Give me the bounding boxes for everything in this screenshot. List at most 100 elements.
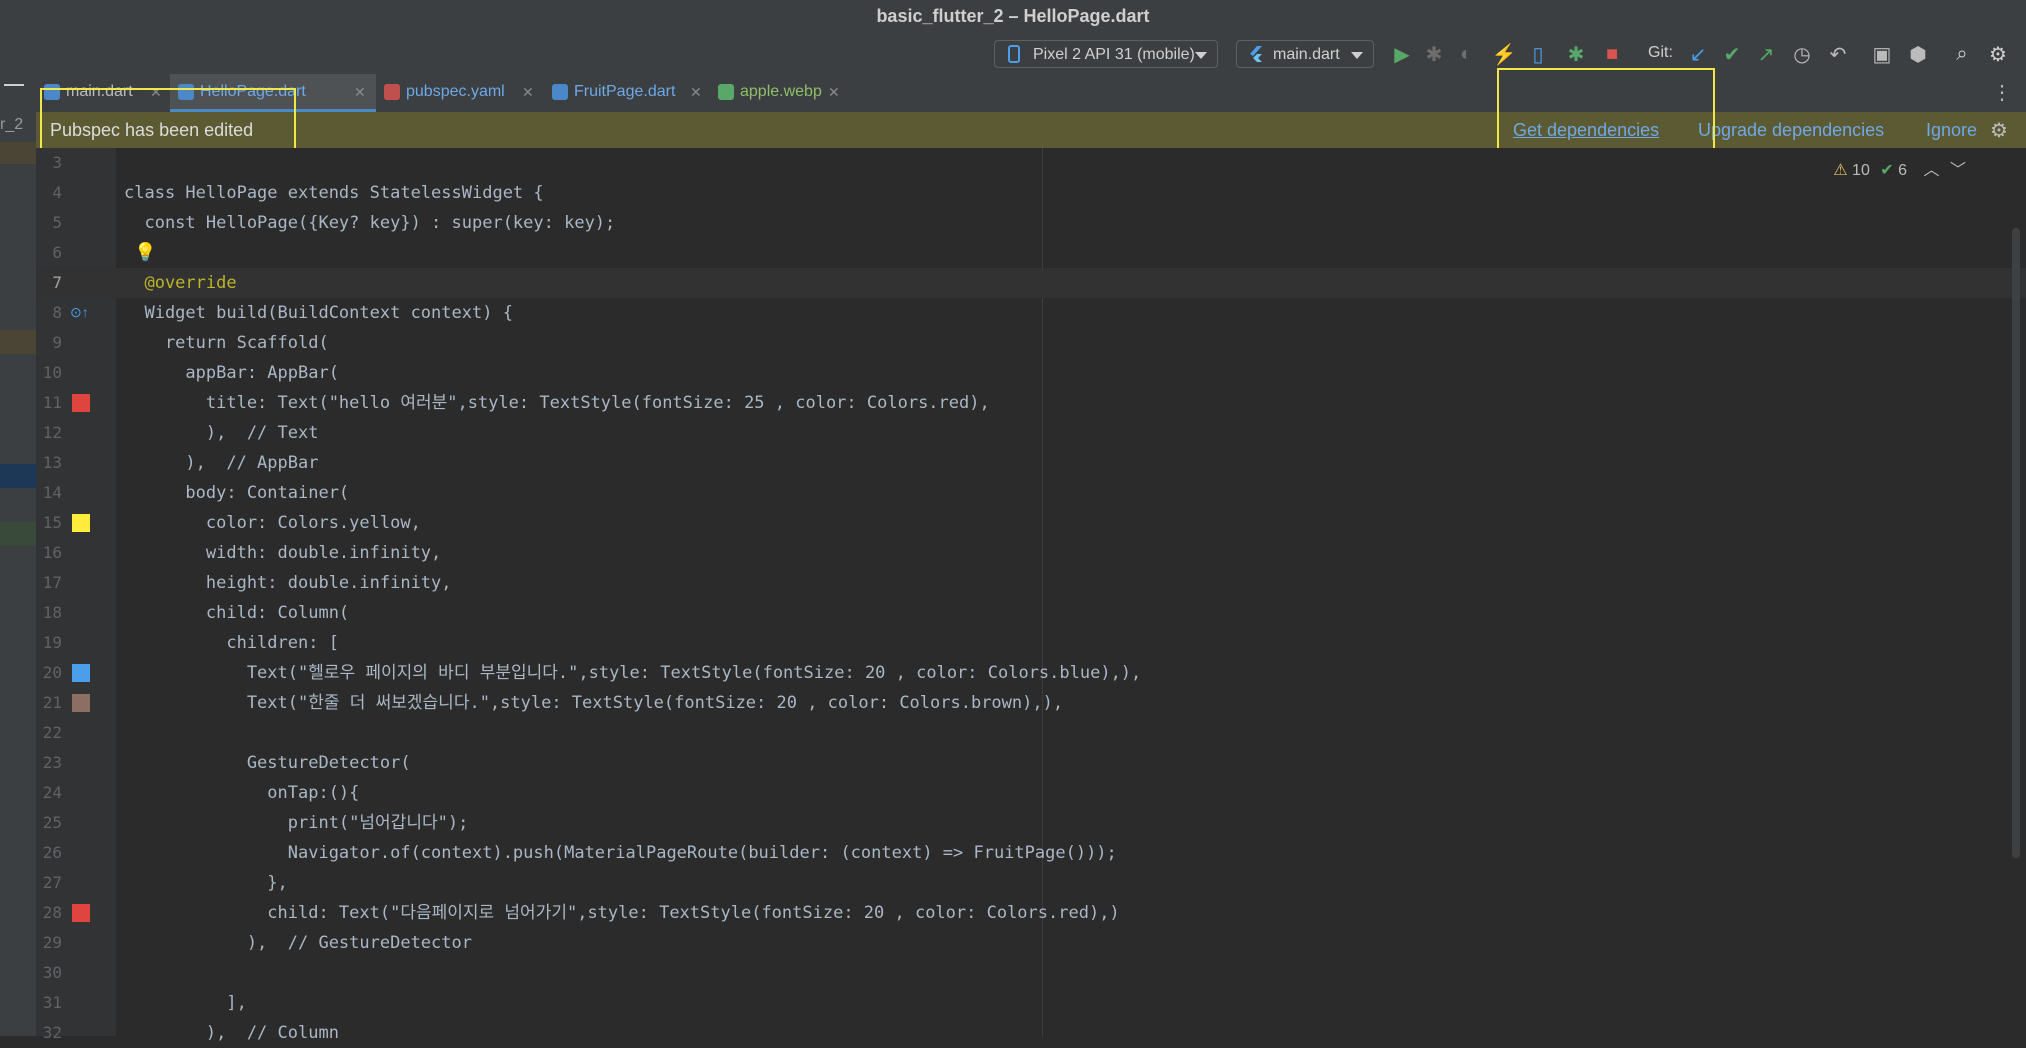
line-number: 30 — [42, 963, 62, 982]
close-icon[interactable]: ✕ — [828, 74, 840, 110]
editor-tabs: main.dart ✕ HelloPage.dart ✕ pubspec.yam… — [36, 74, 2026, 113]
image-file-icon — [718, 84, 734, 100]
line-number: 28 — [42, 903, 62, 922]
color-swatch-red[interactable] — [72, 904, 90, 922]
code-text: print("넘어갑니다"); — [124, 813, 469, 833]
code-text: @override — [124, 273, 237, 293]
code-line: 13 ), // AppBar — [36, 448, 2026, 478]
project-highlight — [0, 330, 36, 354]
git-label: Git: — [1648, 44, 1673, 61]
code-line: 27 }, — [36, 868, 2026, 898]
line-number: 21 — [42, 693, 62, 712]
line-number: 29 — [42, 933, 62, 952]
git-update-icon[interactable]: ↙ — [1686, 42, 1710, 66]
code-line: 15 color: Colors.yellow, — [36, 508, 2026, 538]
code-text: child: Text("다음페이지로 넘어가기",style: TextSty… — [124, 903, 1120, 923]
tab-pubspec-yaml[interactable]: pubspec.yaml ✕ — [376, 74, 544, 112]
code-line: 14 body: Container( — [36, 478, 2026, 508]
tab-fruitpage-dart[interactable]: FruitPage.dart ✕ — [544, 74, 710, 112]
code-line-current: 7 @override — [36, 268, 2026, 298]
chevron-down-icon — [1195, 52, 1207, 59]
color-swatch-brown[interactable] — [72, 694, 90, 712]
git-commit-icon[interactable]: ✔ — [1720, 42, 1744, 66]
sdk-manager-icon[interactable]: ⬢ — [1906, 42, 1930, 66]
device-manager-icon[interactable]: ▣ — [1870, 42, 1894, 66]
device-selector[interactable]: Pixel 2 API 31 (mobile) — [994, 40, 1218, 68]
run-icon[interactable]: ▶ — [1390, 42, 1414, 66]
code-text: height: double.infinity, — [124, 573, 452, 593]
line-number: 19 — [42, 633, 62, 652]
code-line: 12 ), // Text — [36, 418, 2026, 448]
editor-scrollbar[interactable] — [2012, 228, 2020, 858]
stop-icon[interactable]: ■ — [1600, 42, 1624, 66]
code-text: ], — [124, 993, 247, 1013]
tab-label: apple.webp — [740, 83, 822, 100]
close-icon[interactable]: ✕ — [522, 74, 534, 110]
code-text: return Scaffold( — [124, 333, 329, 353]
code-line: 18 child: Column( — [36, 598, 2026, 628]
line-number: 22 — [42, 723, 62, 742]
code-line: 25 print("넘어갑니다"); — [36, 808, 2026, 838]
collapse-icon[interactable] — [4, 84, 24, 86]
line-number: 10 — [42, 363, 62, 382]
tab-label: FruitPage.dart — [574, 83, 676, 100]
code-text: appBar: AppBar( — [124, 363, 339, 383]
tab-apple-webp[interactable]: apple.webp ✕ — [710, 74, 850, 112]
git-push-icon[interactable]: ↗ — [1754, 42, 1778, 66]
project-label: r_2 — [0, 116, 24, 133]
history-icon[interactable]: ◷ — [1790, 42, 1814, 66]
pubspec-banner: Pubspec has been edited Get dependencies… — [36, 112, 2026, 148]
line-number: 5 — [52, 213, 62, 232]
line-number: 12 — [42, 423, 62, 442]
code-text: ), // AppBar — [124, 453, 319, 473]
line-number: 17 — [42, 573, 62, 592]
debug-icon[interactable]: ✱ — [1422, 42, 1446, 66]
line-number: 8 — [52, 303, 62, 322]
code-text: onTap:(){ — [124, 783, 360, 803]
color-swatch-blue[interactable] — [72, 664, 90, 682]
line-number: 4 — [52, 183, 62, 202]
ignore-link[interactable]: Ignore — [1926, 120, 1977, 141]
color-swatch-red[interactable] — [72, 394, 90, 412]
line-number: 16 — [42, 543, 62, 562]
code-line: 30 — [36, 958, 2026, 988]
line-number: 32 — [42, 1023, 62, 1042]
code-line: 4 class HelloPage extends StatelessWidget… — [36, 178, 2026, 208]
code-line: 6 💡 — [36, 238, 2026, 268]
hot-reload-icon[interactable]: ⚡ — [1492, 42, 1517, 66]
search-icon[interactable]: ⌕ — [1950, 42, 1974, 66]
gear-icon[interactable]: ⚙ — [1986, 42, 2010, 66]
code-line: 29 ), // GestureDetector — [36, 928, 2026, 958]
code-editor[interactable]: ⚠ 10 ✔ 6 ︿ ﹀ 3 4 class HelloPage extends … — [36, 148, 2026, 1043]
attach-debugger-icon[interactable]: ✱ — [1564, 42, 1588, 66]
main-toolbar: Pixel 2 API 31 (mobile) main.dart ▶ ✱ ◐ … — [0, 34, 2026, 74]
code-line: 28 child: Text("다음페이지로 넘어가기",style: Text… — [36, 898, 2026, 928]
hot-restart-icon[interactable]: ▯ — [1526, 42, 1550, 66]
line-number: 26 — [42, 843, 62, 862]
code-line: 19 children: [ — [36, 628, 2026, 658]
rollback-icon[interactable]: ↶ — [1826, 42, 1850, 66]
code-text: GestureDetector( — [124, 753, 411, 773]
code-text: children: [ — [124, 633, 339, 653]
upgrade-dependencies-link[interactable]: Upgrade dependencies — [1698, 120, 1884, 141]
color-swatch-yellow[interactable] — [72, 514, 90, 532]
lightbulb-icon[interactable]: 💡 — [134, 242, 156, 263]
close-icon[interactable]: ✕ — [690, 74, 702, 110]
code-text: class HelloPage extends StatelessWidget … — [124, 183, 544, 203]
gear-icon[interactable]: ⚙ — [1990, 118, 2008, 143]
run-config-selector[interactable]: main.dart — [1236, 40, 1374, 68]
code-text: ), // GestureDetector — [124, 933, 472, 953]
code-text: body: Container( — [124, 483, 350, 503]
code-line: 9 return Scaffold( — [36, 328, 2026, 358]
tab-label: pubspec.yaml — [406, 83, 505, 100]
profile-icon[interactable]: ◐ — [1454, 42, 1478, 66]
code-line: 24 onTap:(){ — [36, 778, 2026, 808]
code-line: 31 ], — [36, 988, 2026, 1018]
code-text: }, — [124, 873, 288, 893]
code-text: child: Column( — [124, 603, 350, 623]
override-marker-icon[interactable]: ⊙↑ — [70, 304, 89, 321]
line-number: 23 — [42, 753, 62, 772]
code-line: 20 Text("헬로우 페이지의 바디 부분입니다.",style: Text… — [36, 658, 2026, 688]
close-icon[interactable]: ✕ — [354, 74, 366, 110]
more-tabs-icon[interactable]: ⋮ — [1992, 80, 2012, 105]
